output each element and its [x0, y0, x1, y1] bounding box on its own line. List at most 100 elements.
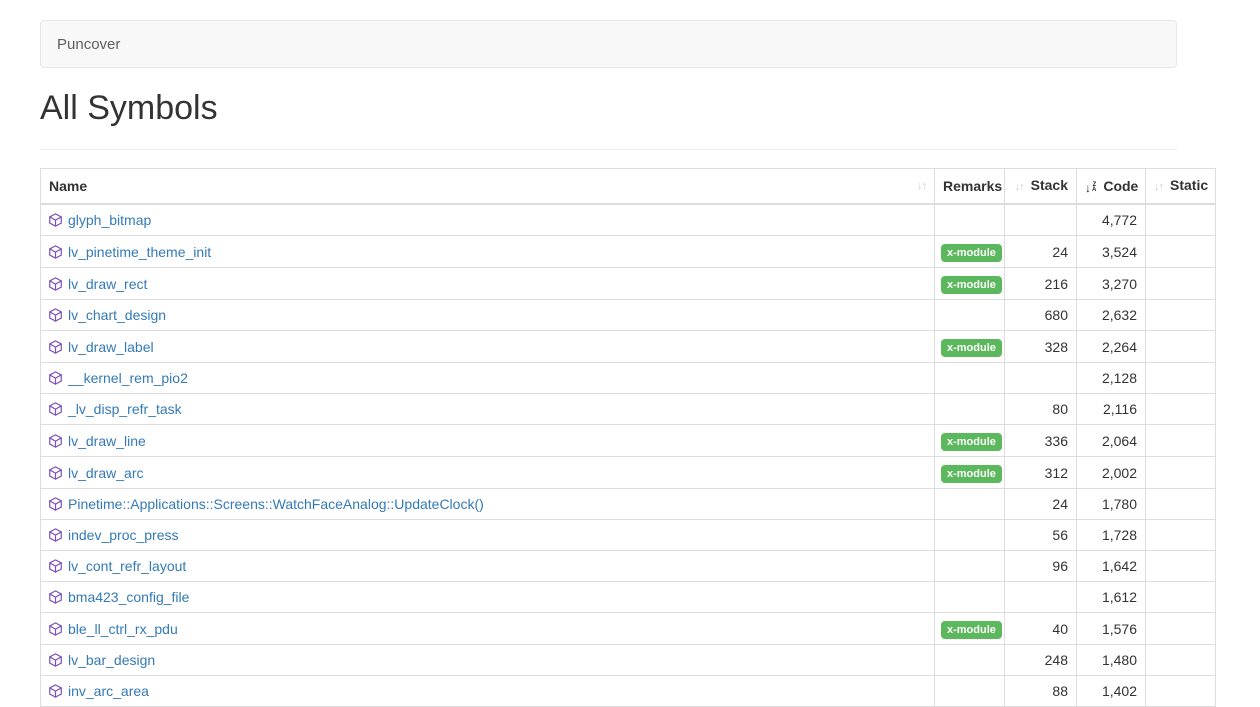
navbar-brand[interactable]: Puncover [41, 36, 120, 53]
remarks-cell: x-module [935, 457, 1005, 489]
page-title: All Symbols [40, 89, 1260, 127]
cube-icon [49, 245, 62, 259]
name-cell: indev_proc_press [41, 520, 935, 551]
symbol-link[interactable]: lv_chart_design [68, 307, 166, 323]
code-cell: 3,524 [1077, 236, 1146, 268]
table-row: lv_draw_label x-module3282,264 [41, 331, 1216, 363]
name-cell: lv_draw_rect [41, 268, 935, 300]
x-module-badge: x-module [941, 465, 1002, 483]
stack-cell: 328 [1005, 331, 1077, 363]
stack-cell: 336 [1005, 425, 1077, 457]
static-cell [1146, 236, 1216, 268]
table-row: lv_pinetime_theme_init x-module243,524 [41, 236, 1216, 268]
cube-icon [49, 434, 62, 448]
cube-icon [49, 402, 62, 416]
column-label: Code [1103, 178, 1138, 194]
code-cell: 1,480 [1077, 645, 1146, 676]
static-cell [1146, 489, 1216, 520]
symbol-link[interactable]: lv_cont_refr_layout [68, 558, 186, 574]
stack-cell: 312 [1005, 457, 1077, 489]
name-cell: lv_pinetime_theme_init [41, 236, 935, 268]
symbol-link[interactable]: lv_draw_label [68, 339, 154, 355]
name-cell: bma423_config_file [41, 582, 935, 613]
stack-cell: 680 [1005, 300, 1077, 331]
stack-cell [1005, 204, 1077, 236]
x-module-badge: x-module [941, 339, 1002, 357]
sort-both-icon: ↓↑ [917, 176, 926, 196]
code-cell: 2,264 [1077, 331, 1146, 363]
symbol-link[interactable]: bma423_config_file [68, 589, 189, 605]
code-cell: 1,612 [1077, 582, 1146, 613]
sort-both-icon: ↓↑ [1015, 181, 1024, 193]
table-row: lv_chart_design 6802,632 [41, 300, 1216, 331]
symbol-link[interactable]: _lv_disp_refr_task [68, 401, 182, 417]
remarks-cell [935, 582, 1005, 613]
cube-icon [49, 308, 62, 322]
column-label: Name [49, 178, 87, 194]
stack-cell: 24 [1005, 489, 1077, 520]
table-row: __kernel_rem_pio2 2,128 [41, 363, 1216, 394]
static-cell [1146, 363, 1216, 394]
remarks-cell [935, 489, 1005, 520]
column-header-remarks[interactable]: Remarks [935, 169, 1005, 205]
table-row: ble_ll_ctrl_rx_pdux-module401,576 [41, 613, 1216, 645]
stack-cell: 248 [1005, 645, 1077, 676]
static-cell [1146, 645, 1216, 676]
cube-icon [49, 277, 62, 291]
symbol-link[interactable]: lv_draw_arc [68, 465, 143, 481]
symbol-link[interactable]: glyph_bitmap [68, 212, 151, 228]
table-row: glyph_bitmap4,772 [41, 204, 1216, 236]
code-cell: 1,402 [1077, 676, 1146, 707]
cube-icon [49, 466, 62, 480]
code-cell: 2,128 [1077, 363, 1146, 394]
remarks-cell: x-module [935, 613, 1005, 645]
sort-za-letters: ZA [1092, 183, 1096, 193]
static-cell [1146, 300, 1216, 331]
code-cell: 2,632 [1077, 300, 1146, 331]
cube-icon [49, 590, 62, 604]
symbol-link[interactable]: lv_draw_rect [68, 276, 147, 292]
code-cell: 1,780 [1077, 489, 1146, 520]
table-row: lv_draw_arc x-module3122,002 [41, 457, 1216, 489]
column-header-code[interactable]: ↓ZA Code [1077, 169, 1146, 205]
table-header-row: Name ↓↑ Remarks ↓↑ Stack ↓ZA Code ↓↑Static [41, 169, 1216, 205]
symbol-link[interactable]: __kernel_rem_pio2 [68, 370, 188, 386]
column-header-static[interactable]: ↓↑Static [1146, 169, 1216, 205]
static-cell [1146, 582, 1216, 613]
x-module-badge: x-module [941, 621, 1002, 639]
sort-arrow: ↓ [1085, 182, 1091, 194]
column-label: Static [1170, 177, 1208, 193]
remarks-cell [935, 363, 1005, 394]
symbol-link[interactable]: indev_proc_press [68, 527, 179, 543]
static-cell [1146, 457, 1216, 489]
remarks-cell: x-module [935, 331, 1005, 363]
column-header-stack[interactable]: ↓↑ Stack [1005, 169, 1077, 205]
remarks-cell [935, 204, 1005, 236]
code-cell: 3,270 [1077, 268, 1146, 300]
code-cell: 2,002 [1077, 457, 1146, 489]
code-cell: 1,576 [1077, 613, 1146, 645]
symbol-link[interactable]: Pinetime::Applications::Screens::WatchFa… [68, 496, 484, 512]
page-container: Puncover All Symbols Name ↓↑ Remarks ↓↑ Stac… [40, 0, 1260, 707]
stack-cell: 96 [1005, 551, 1077, 582]
cube-icon [49, 653, 62, 667]
symbol-link[interactable]: inv_arc_area [68, 683, 149, 699]
stack-cell: 24 [1005, 236, 1077, 268]
code-cell: 1,642 [1077, 551, 1146, 582]
table-row: bma423_config_file 1,612 [41, 582, 1216, 613]
static-cell [1146, 394, 1216, 425]
static-cell [1146, 551, 1216, 582]
cube-icon [49, 559, 62, 573]
column-header-name[interactable]: Name ↓↑ [41, 169, 935, 205]
cube-icon [49, 684, 62, 698]
remarks-cell: x-module [935, 425, 1005, 457]
x-module-badge: x-module [941, 244, 1002, 262]
symbol-link[interactable]: lv_pinetime_theme_init [68, 244, 211, 260]
static-cell [1146, 268, 1216, 300]
symbol-link[interactable]: lv_bar_design [68, 652, 155, 668]
symbol-link[interactable]: lv_draw_line [68, 433, 146, 449]
symbol-link[interactable]: ble_ll_ctrl_rx_pdu [68, 621, 178, 637]
column-label: Stack [1031, 177, 1068, 193]
divider [40, 149, 1177, 150]
static-cell [1146, 331, 1216, 363]
